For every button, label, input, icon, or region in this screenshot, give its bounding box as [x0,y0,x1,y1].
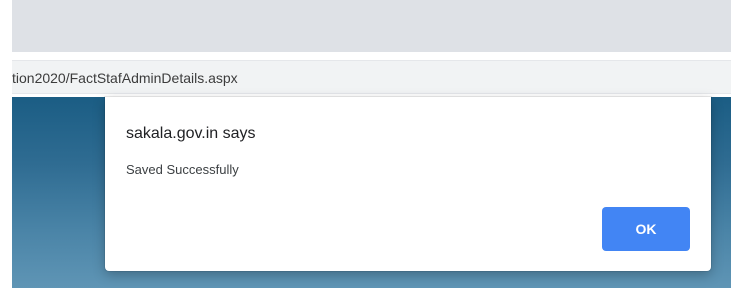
address-bar[interactable]: tion2020/FactStafAdminDetails.aspx [12,60,731,94]
alert-dialog: sakala.gov.in says Saved Successfully OK [105,97,711,271]
address-bar-url[interactable]: tion2020/FactStafAdminDetails.aspx [12,70,238,86]
dialog-message: Saved Successfully [126,162,239,177]
browser-window: tion2020/FactStafAdminDetails.aspx sakal… [0,0,731,288]
toolbar: tion2020/FactStafAdminDetails.aspx [12,52,731,97]
ok-button[interactable]: OK [602,207,690,251]
window-left-edge [0,0,12,288]
dialog-title: sakala.gov.in says [126,125,256,142]
tab-strip [12,0,731,52]
